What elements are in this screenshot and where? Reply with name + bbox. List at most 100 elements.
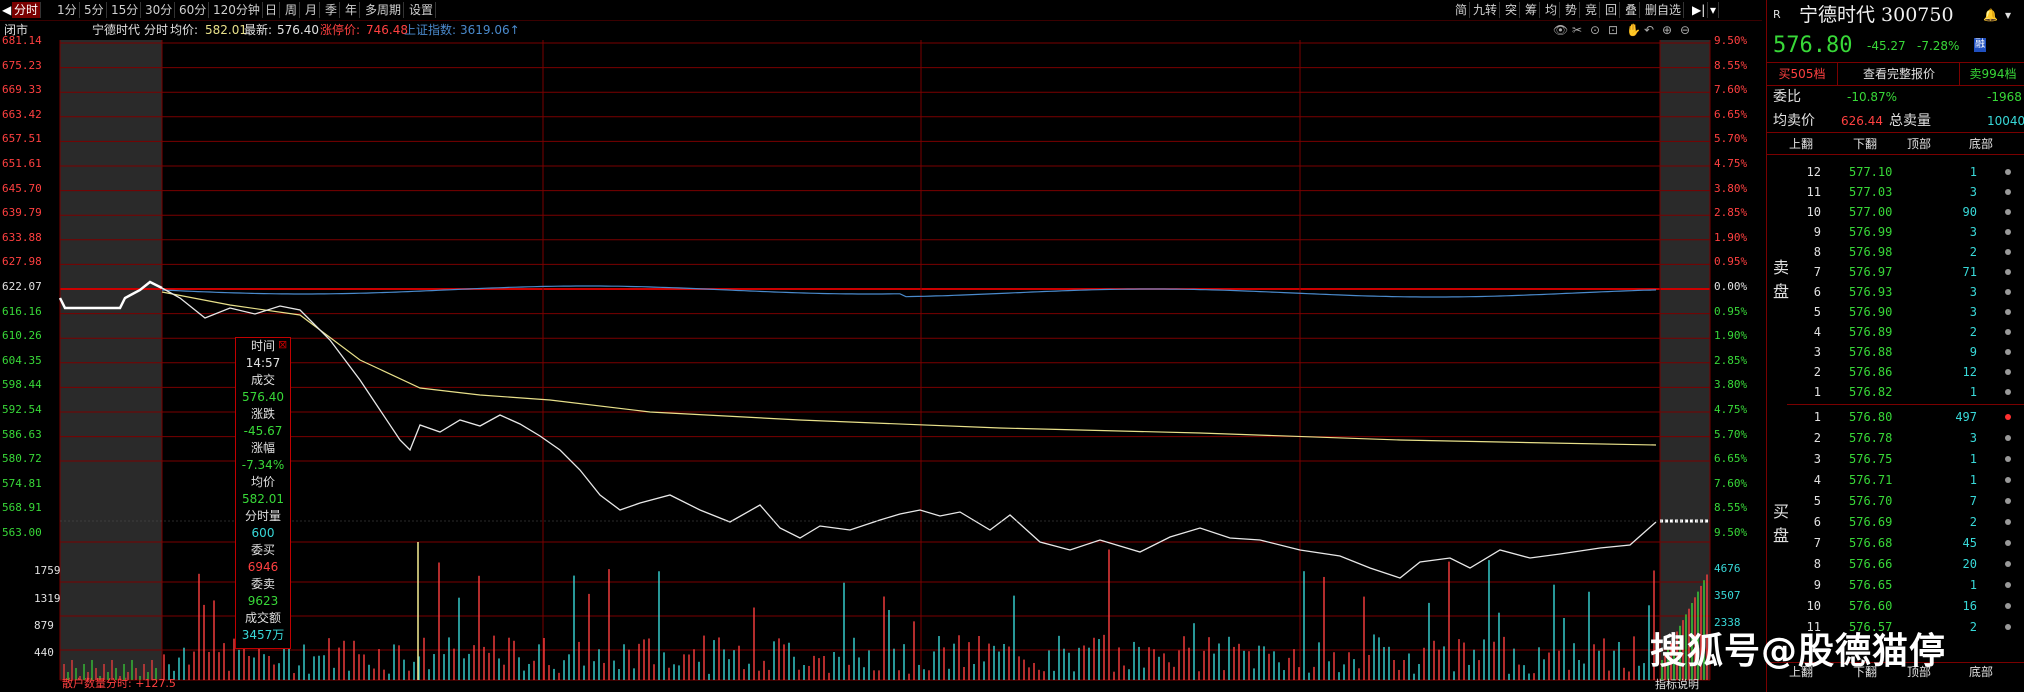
btn-hui[interactable]: 回 bbox=[1603, 2, 1621, 18]
btn-jun[interactable]: 均 bbox=[1543, 2, 1561, 18]
sell-book-row[interactable]: 7 576.97 71 bbox=[1767, 262, 2024, 282]
level-dot-icon bbox=[2005, 624, 2011, 630]
sell-book-row[interactable]: 2 576.86 12 bbox=[1767, 362, 2024, 382]
btn-jing[interactable]: 竞 bbox=[1583, 2, 1601, 18]
btn-jiuzhuan[interactable]: 九转 bbox=[1471, 2, 1501, 18]
level-dot-icon bbox=[2005, 540, 2011, 546]
btn-shi[interactable]: 势 bbox=[1563, 2, 1581, 18]
level-index: 11 bbox=[1806, 185, 1821, 199]
buy-levels-button[interactable]: 买505档 bbox=[1767, 63, 1838, 85]
panel-menu-icon[interactable]: ▾ bbox=[2005, 2, 2011, 28]
scissors-icon[interactable]: ✂ bbox=[1572, 21, 1582, 39]
tab-week[interactable]: 周 bbox=[283, 2, 301, 18]
level-volume: 7 bbox=[1969, 494, 1977, 508]
sell-book-row[interactable]: 3 576.88 9 bbox=[1767, 342, 2024, 362]
tab-120min[interactable]: 120分钟 bbox=[211, 2, 263, 18]
buy-book-row[interactable]: 10 576.60 16 bbox=[1767, 596, 2024, 616]
sell-book-row[interactable]: 12 577.10 1 bbox=[1767, 162, 2024, 182]
level-volume: 9 bbox=[1969, 345, 1977, 359]
btn-die[interactable]: 叠 bbox=[1623, 2, 1641, 18]
eye-icon[interactable]: 👁 bbox=[1553, 21, 1568, 39]
sell-book-row[interactable]: 5 576.90 3 bbox=[1767, 302, 2024, 322]
tooltip-ask-value: 9623 bbox=[247, 594, 279, 608]
buy-book-row[interactable]: 6 576.69 2 bbox=[1767, 512, 2024, 532]
level-price: 576.60 bbox=[1849, 599, 1893, 613]
buy-book-row[interactable]: 9 576.65 1 bbox=[1767, 575, 2024, 595]
top-button[interactable]: 顶部 bbox=[1907, 134, 1931, 154]
close-tooltip-icon[interactable]: ⊠ bbox=[278, 338, 287, 351]
sell-book-row[interactable]: 8 576.98 2 bbox=[1767, 242, 2024, 262]
level-dot-icon bbox=[2005, 309, 2011, 315]
lock-icon[interactable]: ⊡ bbox=[1608, 21, 1618, 39]
level-index: 6 bbox=[1813, 285, 1821, 299]
tab-60min[interactable]: 60分 bbox=[177, 2, 210, 18]
bottom-button[interactable]: 底部 bbox=[1969, 134, 1993, 154]
total-ask-value: 10040 bbox=[1987, 114, 2024, 128]
tab-settings[interactable]: 设置 bbox=[407, 2, 437, 18]
price-tick-label: 574.81 bbox=[2, 476, 42, 490]
zoom-in-icon[interactable]: ⊕ bbox=[1662, 21, 1672, 39]
btn-tu[interactable]: 突 bbox=[1503, 2, 1521, 18]
buy-book-row[interactable]: 1 576.80 497 bbox=[1767, 407, 2024, 427]
total-ask-label: 总卖量 bbox=[1889, 113, 1931, 129]
sell-book-row[interactable]: 6 576.93 3 bbox=[1767, 282, 2024, 302]
tab-5min[interactable]: 5分 bbox=[82, 2, 107, 18]
tab-day[interactable]: 日 bbox=[263, 2, 281, 18]
tab-season[interactable]: 季 bbox=[323, 2, 341, 18]
zoom-out-icon[interactable]: ⊖ bbox=[1680, 21, 1690, 39]
tab-1min[interactable]: 1分 bbox=[55, 2, 80, 18]
price-tick-label: 604.35 bbox=[2, 353, 42, 367]
level-dot-icon bbox=[2005, 414, 2011, 420]
alarm-icon[interactable]: 🔔 bbox=[1983, 2, 1998, 28]
buy-book-row[interactable]: 5 576.70 7 bbox=[1767, 491, 2024, 511]
buy-book-row[interactable]: 2 576.78 3 bbox=[1767, 428, 2024, 448]
level-dot-icon bbox=[2005, 582, 2011, 588]
bottom-button-bottom[interactable]: 底部 bbox=[1969, 663, 1993, 681]
tab-multi-period[interactable]: 多周期 bbox=[363, 2, 405, 18]
tab-intraday[interactable]: 分时 bbox=[12, 2, 42, 18]
level-index: 7 bbox=[1813, 536, 1821, 550]
post-market-shade bbox=[1660, 40, 1710, 680]
level-index: 9 bbox=[1813, 578, 1821, 592]
sell-book-row[interactable]: 4 576.89 2 bbox=[1767, 322, 2024, 342]
btn-chou[interactable]: 筹 bbox=[1523, 2, 1541, 18]
tooltip-bid-key: 委买 bbox=[250, 543, 275, 557]
page-down-button[interactable]: 下翻 bbox=[1853, 134, 1877, 154]
tab-15min[interactable]: 15分 bbox=[109, 2, 142, 18]
sell-levels-button[interactable]: 卖994档 bbox=[1961, 63, 2024, 85]
tab-month[interactable]: 月 bbox=[303, 2, 321, 18]
sell-book-row[interactable]: 11 577.03 3 bbox=[1767, 182, 2024, 202]
price-tick-label: 580.72 bbox=[2, 452, 42, 466]
tab-year[interactable]: 年 bbox=[343, 2, 361, 18]
level-dot-icon bbox=[2005, 209, 2011, 215]
sell-book-row[interactable]: 9 576.99 3 bbox=[1767, 222, 2024, 242]
level-price: 577.00 bbox=[1849, 205, 1893, 219]
level-dot-icon bbox=[2005, 169, 2011, 175]
page-up-button[interactable]: 上翻 bbox=[1789, 134, 1813, 154]
crosshair-tooltip: 时间 14:57 成交 576.40 涨跌 -45.67 涨幅 -7.34% 均… bbox=[235, 337, 291, 649]
level-index: 3 bbox=[1813, 345, 1821, 359]
level-volume: 3 bbox=[1969, 285, 1977, 299]
hand-icon[interactable]: ✋ bbox=[1626, 21, 1641, 39]
indicator-help-link[interactable]: 指标说明 bbox=[1655, 676, 1699, 692]
full-quote-button[interactable]: 查看完整报价 bbox=[1839, 63, 1960, 85]
order-book-panel: R 宁德时代 300750 🔔 ▾ 576.80 -45.27 -7.28% 融… bbox=[1766, 0, 2024, 692]
tooltip-pct-value: -7.34% bbox=[241, 458, 285, 472]
price-tick-label: 563.00 bbox=[2, 526, 42, 539]
record-icon[interactable]: ⊙ bbox=[1590, 21, 1600, 39]
buy-book-row[interactable]: 4 576.71 1 bbox=[1767, 470, 2024, 490]
watermark: 搜狐号@股德猫停 bbox=[1650, 631, 1947, 672]
sell-book-row[interactable]: 10 577.00 90 bbox=[1767, 202, 2024, 222]
buy-book-row[interactable]: 8 576.66 20 bbox=[1767, 554, 2024, 574]
btn-remove-watchlist[interactable]: 删自选 bbox=[1643, 2, 1685, 18]
level-volume: 1 bbox=[1969, 385, 1977, 399]
dropdown-icon[interactable]: ▾ bbox=[1708, 2, 1720, 18]
btn-simple[interactable]: 简 bbox=[1453, 2, 1471, 18]
expand-panel-icon[interactable]: ▶| bbox=[1690, 2, 1709, 18]
buy-book-row[interactable]: 3 576.75 1 bbox=[1767, 449, 2024, 469]
undo-icon[interactable]: ↶ bbox=[1644, 21, 1654, 39]
level-dot-icon bbox=[2005, 229, 2011, 235]
tab-30min[interactable]: 30分 bbox=[143, 2, 176, 18]
sell-book-row[interactable]: 1 576.82 1 bbox=[1767, 382, 2024, 402]
buy-book-row[interactable]: 7 576.68 45 bbox=[1767, 533, 2024, 553]
